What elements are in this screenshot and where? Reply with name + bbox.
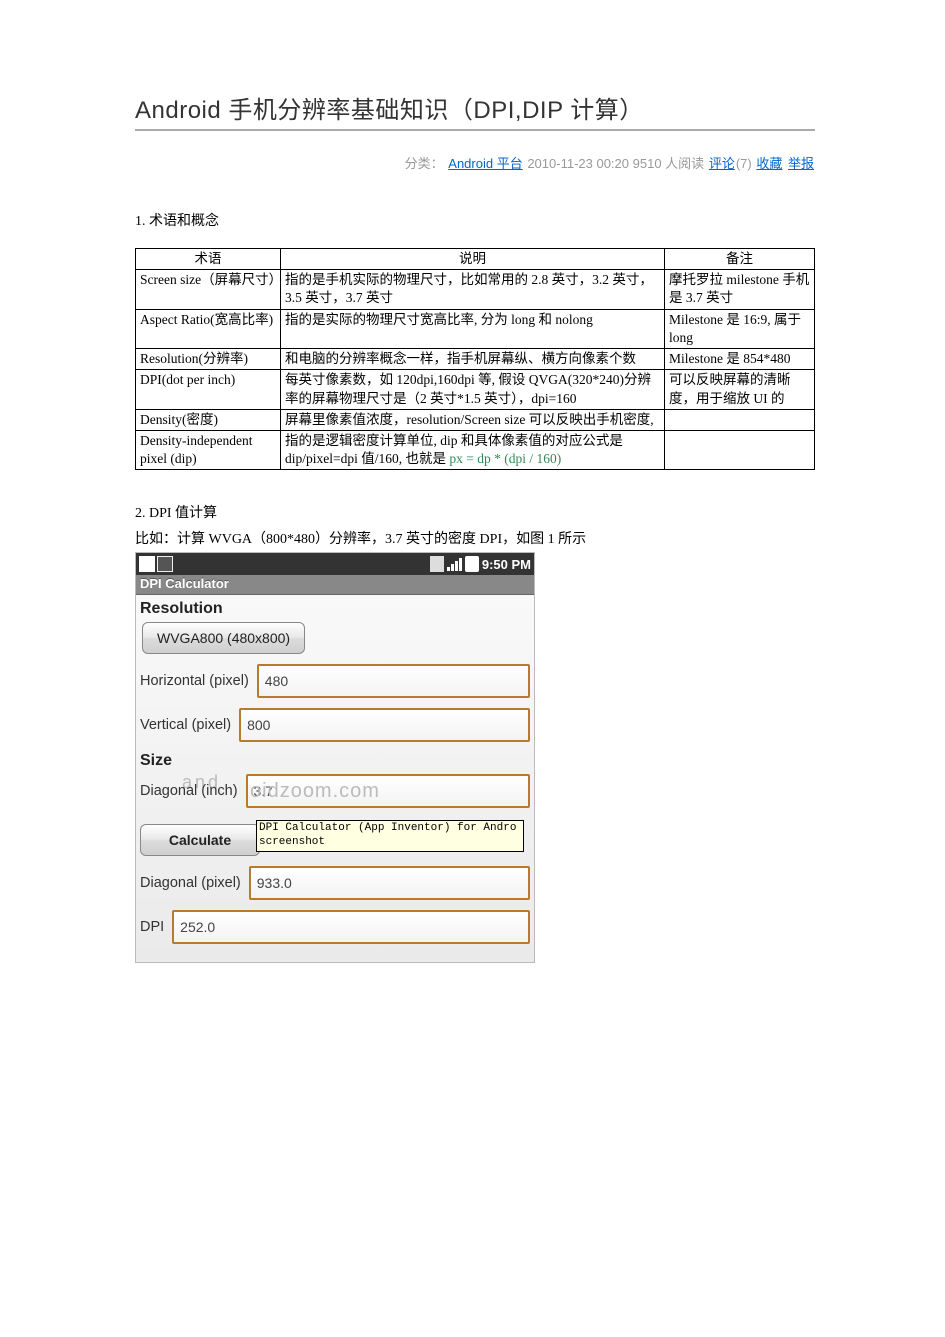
post-datetime: 2010-11-23 00:20 [527, 156, 629, 171]
favorite-link[interactable]: 收藏 [756, 156, 782, 171]
table-row: Resolution(分辨率) 和电脑的分辨率概念一样，指手机屏幕纵、横方向像素… [136, 349, 815, 370]
usb-icon [139, 556, 155, 572]
section-1-title: 1. 术语和概念 [135, 210, 815, 230]
diagonal-pixel-label: Diagonal (pixel) [140, 875, 241, 891]
vertical-label: Vertical (pixel) [140, 717, 231, 733]
section-2-example: 比如：计算 WVGA（800*480）分辨率，3.7 英寸的密度 DPI，如图 … [135, 528, 815, 548]
cell-term: Screen size（屏幕尺寸） [136, 270, 281, 309]
resolution-select-button[interactable]: WVGA800 (480x800) [142, 622, 305, 654]
group-resolution-label: Resolution [140, 600, 530, 618]
report-link[interactable]: 举报 [788, 156, 814, 171]
section-2-title: 2. DPI 值计算 [135, 502, 815, 522]
cell-desc: 指的是实际的物理尺寸宽高比率, 分为 long 和 nolong [281, 309, 665, 348]
table-row: Density(密度) 屏幕里像素值浓度，resolution/Screen s… [136, 409, 815, 430]
table-row: Aspect Ratio(宽高比率) 指的是实际的物理尺寸宽高比率, 分为 lo… [136, 309, 815, 348]
formula-text: px = dp * (dpi / 160) [449, 451, 561, 466]
cell-term: Density(密度) [136, 409, 281, 430]
category-label: 分类： [405, 156, 444, 171]
table-row: Density-independent pixel (dip) 指的是逻辑密度计… [136, 430, 815, 469]
cell-note: Milestone 是 16:9, 属于 long [665, 309, 815, 348]
terminology-table: 术语 说明 备注 Screen size（屏幕尺寸） 指的是手机实际的物理尺寸，… [135, 248, 815, 470]
battery-icon [465, 556, 479, 572]
signal-icon [447, 557, 462, 571]
cell-note [665, 430, 815, 469]
table-row: Screen size（屏幕尺寸） 指的是手机实际的物理尺寸，比如常用的 2.8… [136, 270, 815, 309]
sdcard-icon [430, 556, 444, 572]
cell-desc: 每英寸像素数，如 120dpi,160dpi 等, 假设 QVGA(320*24… [281, 370, 665, 409]
cell-term: Density-independent pixel (dip) [136, 430, 281, 469]
th-desc: 说明 [281, 249, 665, 270]
cell-term: DPI(dot per inch) [136, 370, 281, 409]
debug-icon [157, 556, 173, 572]
dpi-label: DPI [140, 919, 164, 935]
cell-note [665, 409, 815, 430]
cell-term: Aspect Ratio(宽高比率) [136, 309, 281, 348]
diagonal-pixel-output: 933.0 [249, 866, 530, 900]
cell-desc: 屏幕里像素值浓度，resolution/Screen size 可以反映出手机密… [281, 409, 665, 430]
cell-desc: 指的是逻辑密度计算单位, dip 和具体像素值的对应公式是 dip/pixel=… [281, 430, 665, 469]
category-link[interactable]: Android 平台 [448, 156, 522, 171]
app-title-bar: DPI Calculator [136, 575, 534, 595]
group-size-label: Size [140, 752, 530, 770]
cell-note: 可以反映屏幕的清晰度，用于缩放 UI 的 [665, 370, 815, 409]
cell-note: 摩托罗拉 milestone 手机是 3.7 英寸 [665, 270, 815, 309]
read-count: 9510 人阅读 [633, 156, 705, 171]
diagonal-inch-label: Diagonal (inch) [140, 783, 238, 799]
horizontal-label: Horizontal (pixel) [140, 673, 249, 689]
cell-desc: 和电脑的分辨率概念一样，指手机屏幕纵、横方向像素个数 [281, 349, 665, 370]
horizontal-input[interactable]: 480 [257, 664, 530, 698]
cell-note: Milestone 是 854*480 [665, 349, 815, 370]
calculate-button[interactable]: Calculate [140, 824, 260, 856]
screenshot-tooltip: DPI Calculator (App Inventor) for Andro … [256, 820, 524, 852]
vertical-input[interactable]: 800 [239, 708, 530, 742]
page-title: Android 手机分辨率基础知识（DPI,DIP 计算） [135, 90, 815, 131]
cell-term: Resolution(分辨率) [136, 349, 281, 370]
dpi-output: 252.0 [172, 910, 530, 944]
comments-count: (7) [736, 156, 752, 171]
table-row: DPI(dot per inch) 每英寸像素数，如 120dpi,160dpi… [136, 370, 815, 409]
th-term: 术语 [136, 249, 281, 270]
status-bar: 9:50 PM [136, 553, 534, 575]
diagonal-inch-input[interactable]: 3.7 [246, 774, 530, 808]
dpi-calculator-screenshot: 9:50 PM DPI Calculator Resolution WVGA80… [135, 552, 535, 963]
cell-desc: 指的是手机实际的物理尺寸，比如常用的 2.8 英寸，3.2 英寸，3.5 英寸，… [281, 270, 665, 309]
table-header-row: 术语 说明 备注 [136, 249, 815, 270]
th-note: 备注 [665, 249, 815, 270]
post-meta: 分类： Android 平台 2010-11-23 00:20 9510 人阅读… [135, 153, 815, 172]
comments-link[interactable]: 评论 [709, 156, 735, 171]
status-time: 9:50 PM [482, 557, 531, 572]
